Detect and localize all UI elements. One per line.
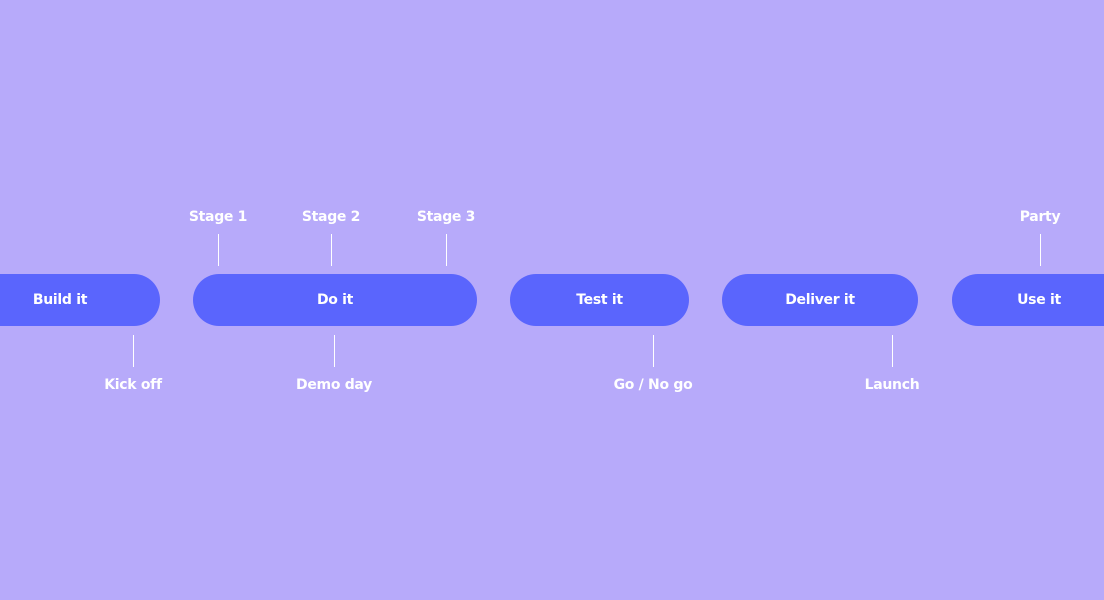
milestone-stage-1-label: Stage 1 bbox=[188, 209, 248, 225]
milestone-demo-day-tick bbox=[334, 335, 335, 367]
phase-use-it: Use it bbox=[952, 274, 1104, 326]
phase-do-it: Do it bbox=[193, 274, 477, 326]
milestone-launch-label: Launch bbox=[864, 377, 920, 393]
phase-label: Build it bbox=[32, 292, 88, 308]
milestone-kick-off-label: Kick off bbox=[104, 377, 162, 393]
phase-deliver-it: Deliver it bbox=[722, 274, 918, 326]
milestone-stage-1-tick bbox=[218, 234, 219, 266]
milestone-go-no-go-label: Go / No go bbox=[613, 377, 693, 393]
milestone-party-tick bbox=[1040, 234, 1041, 266]
milestone-stage-3-tick bbox=[446, 234, 447, 266]
phase-build-it: Build it bbox=[0, 274, 160, 326]
phase-label: Do it bbox=[316, 292, 354, 308]
phase-label: Deliver it bbox=[785, 292, 855, 308]
milestone-go-no-go-tick bbox=[653, 335, 654, 367]
milestone-party-label: Party bbox=[1019, 209, 1061, 225]
milestone-kick-off-tick bbox=[133, 335, 134, 367]
milestone-stage-2-label: Stage 2 bbox=[301, 209, 361, 225]
phase-label: Use it bbox=[1017, 292, 1061, 308]
milestone-launch-tick bbox=[892, 335, 893, 367]
milestone-demo-day-label: Demo day bbox=[296, 377, 372, 393]
timeline-canvas: Build it Do it Test it Deliver it Use it… bbox=[0, 0, 1104, 600]
milestone-stage-3-label: Stage 3 bbox=[416, 209, 476, 225]
phase-test-it: Test it bbox=[510, 274, 689, 326]
milestone-stage-2-tick bbox=[331, 234, 332, 266]
phase-label: Test it bbox=[576, 292, 623, 308]
